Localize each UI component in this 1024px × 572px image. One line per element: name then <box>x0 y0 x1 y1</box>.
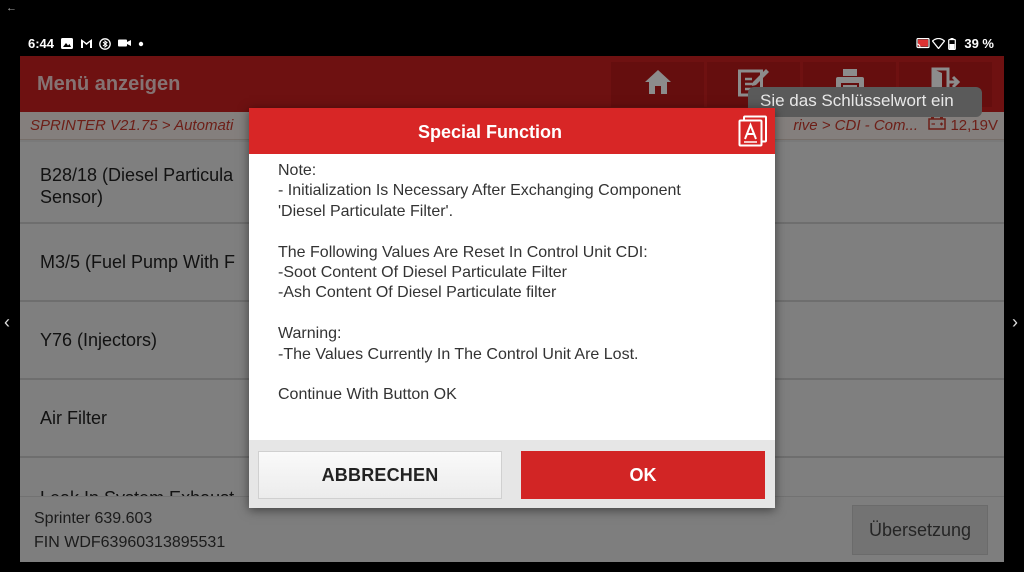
dialog-message: Note: - Initialization Is Necessary Afte… <box>249 154 775 440</box>
status-bar: 6:44 39 % <box>22 36 1002 52</box>
message-line: -The Values Currently In The Control Uni… <box>278 345 639 363</box>
gmail-icon <box>80 38 93 49</box>
system-back-arrow[interactable]: ← <box>6 2 17 14</box>
message-line: Warning: <box>278 325 342 343</box>
message-line: Continue With Button OK <box>278 386 457 404</box>
message-line: 'Diesel Particulate Filter'. <box>278 202 454 220</box>
clock: 6:44 <box>28 36 55 51</box>
cancel-button[interactable]: ABBRECHEN <box>258 451 502 499</box>
message-line: -Ash Content Of Diesel Particulate filte… <box>278 284 557 302</box>
status-right: 39 % <box>916 36 994 51</box>
message-line: - Initialization Is Necessary After Exch… <box>278 182 681 200</box>
message-line: The Following Values Are Reset In Contro… <box>278 243 648 261</box>
battery-icon <box>948 38 960 50</box>
special-function-dialog: Special Function Note: - Initialization … <box>249 108 775 508</box>
message-line: -Soot Content Of Diesel Particulate Filt… <box>278 264 568 282</box>
dialog-title: Special Function <box>417 122 563 142</box>
camera-icon <box>118 38 132 49</box>
message-line: Note: <box>278 162 317 179</box>
prev-page-arrow[interactable]: ‹ <box>4 312 10 333</box>
battery-level: 39 % <box>964 36 994 51</box>
dialog-header: Special Function <box>249 108 775 154</box>
dialog-footer: ABBRECHEN OK <box>249 440 775 508</box>
cast-icon <box>916 38 930 49</box>
image-icon <box>61 38 74 49</box>
search-input[interactable]: Sie das Schlüsselwort ein <box>748 87 982 117</box>
dot-icon <box>137 38 149 49</box>
wifi-icon <box>932 38 946 49</box>
next-page-arrow[interactable]: › <box>1012 312 1018 333</box>
ok-button[interactable]: OK <box>521 451 765 499</box>
bluetooth-icon <box>99 38 111 50</box>
status-left: 6:44 <box>28 36 149 51</box>
document-icon[interactable] <box>737 115 769 147</box>
